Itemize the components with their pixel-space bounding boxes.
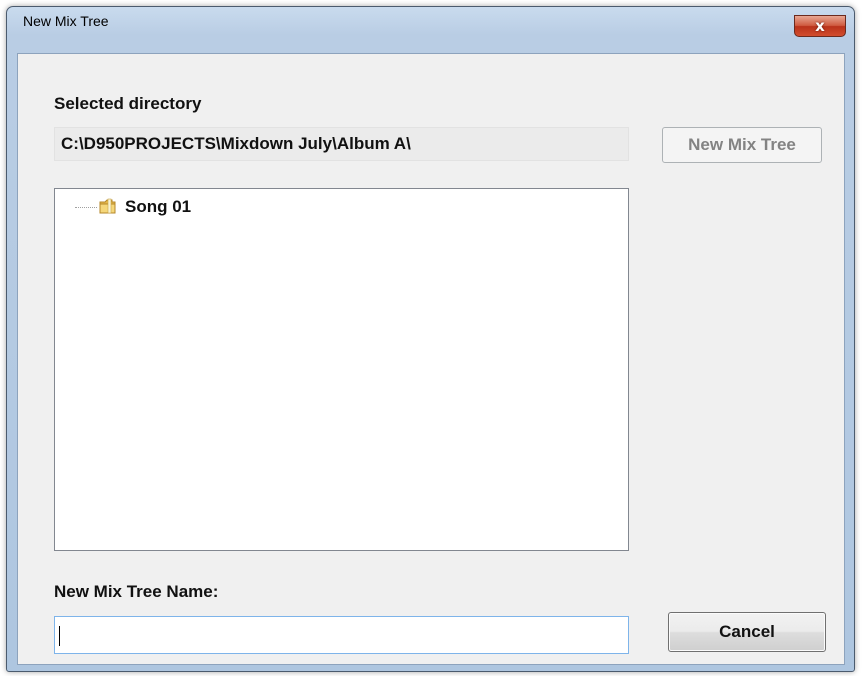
cancel-button-label: Cancel [719, 622, 775, 641]
title-bar[interactable]: New Mix Tree x [7, 7, 854, 37]
tree-item-label: Song 01 [125, 197, 192, 216]
close-icon: x [815, 17, 825, 35]
window-title: New Mix Tree [23, 13, 109, 29]
close-button[interactable]: x [794, 15, 846, 37]
selected-directory-path: C:\D950PROJECTS\Mixdown July\Album A\ [54, 127, 629, 161]
selected-directory-path-text: C:\D950PROJECTS\Mixdown July\Album A\ [61, 134, 411, 153]
cancel-button[interactable]: Cancel [668, 612, 826, 652]
new-mix-tree-button[interactable]: New Mix Tree [662, 127, 822, 163]
tree-item-song-01[interactable]: Song 01 [75, 195, 191, 219]
dialog-client-area: Selected directory C:\D950PROJECTS\Mixdo… [17, 53, 845, 665]
selected-directory-label: Selected directory [54, 94, 202, 113]
tree-connector-line [75, 206, 97, 208]
directory-tree[interactable]: Song 01 [54, 188, 629, 551]
new-mix-tree-button-label: New Mix Tree [688, 135, 796, 154]
new-mix-tree-name-label: New Mix Tree Name: [54, 582, 219, 601]
new-mix-tree-dialog: New Mix Tree x Selected directory C:\D95… [6, 6, 855, 672]
new-mix-tree-name-input[interactable] [54, 616, 629, 654]
text-caret [59, 626, 60, 646]
folder-icon [99, 198, 117, 216]
